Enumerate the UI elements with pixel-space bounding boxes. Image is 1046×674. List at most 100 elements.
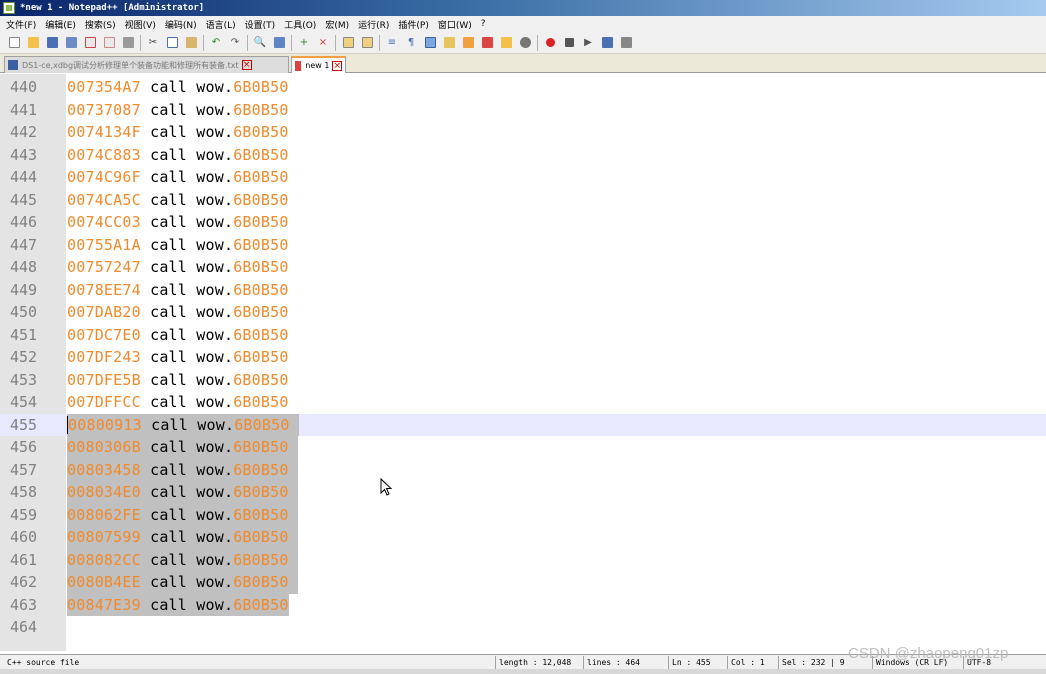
record-macro-icon[interactable]: [542, 35, 558, 51]
redo-icon[interactable]: ↷: [227, 35, 243, 51]
sync-vertical-icon[interactable]: [340, 35, 356, 51]
close-all-icon[interactable]: [101, 35, 117, 51]
editor-line[interactable]: 441 00737087 call wow.6B0B50: [0, 99, 1046, 122]
code-text[interactable]: 00737087 call wow.6B0B50: [67, 99, 289, 122]
editor-line[interactable]: 462 0080B4EE call wow.6B0B50: [0, 571, 1046, 594]
code-text[interactable]: 00807599 call wow.6B0B50: [67, 526, 298, 549]
editor-line[interactable]: 461 008082CC call wow.6B0B50: [0, 548, 1046, 571]
code-text[interactable]: 0074CA5C call wow.6B0B50: [67, 189, 289, 212]
copy-icon[interactable]: [164, 35, 180, 51]
word-wrap-icon[interactable]: ≡: [384, 35, 400, 51]
print-icon[interactable]: [120, 35, 136, 51]
editor-line[interactable]: 455 00800913 call wow.6B0B50: [0, 413, 1046, 436]
zoom-in-icon[interactable]: +: [296, 35, 312, 51]
save-icon[interactable]: [44, 35, 60, 51]
sync-horizontal-icon[interactable]: [359, 35, 375, 51]
code-text[interactable]: 0074C883 call wow.6B0B50: [67, 144, 289, 167]
code-text[interactable]: 0074C96F call wow.6B0B50: [67, 166, 289, 189]
folder-workspace-icon[interactable]: [498, 35, 514, 51]
editor-line[interactable]: 447 00755A1A call wow.6B0B50: [0, 234, 1046, 257]
run-macro-multiple-icon[interactable]: [599, 35, 615, 51]
editor-line[interactable]: 446 0074CC03 call wow.6B0B50: [0, 211, 1046, 234]
code-text[interactable]: 007354A7 call wow.6B0B50: [67, 76, 289, 99]
doc-map-icon[interactable]: [460, 35, 476, 51]
module-token: wow.: [196, 370, 234, 389]
menu-edit[interactable]: 编辑(E): [45, 18, 76, 31]
code-text[interactable]: 0074134F call wow.6B0B50: [67, 121, 289, 144]
module-token: wow.: [196, 595, 234, 614]
code-text[interactable]: 0078EE74 call wow.6B0B50: [67, 279, 289, 302]
editor-line[interactable]: 443 0074C883 call wow.6B0B50: [0, 144, 1046, 167]
code-text[interactable]: 007DAB20 call wow.6B0B50: [67, 301, 289, 324]
menu-view[interactable]: 视图(V): [125, 18, 156, 31]
editor-line[interactable]: 449 0078EE74 call wow.6B0B50: [0, 279, 1046, 302]
menu-help[interactable]: ?: [481, 19, 486, 29]
editor-line[interactable]: 450 007DAB20 call wow.6B0B50: [0, 301, 1046, 324]
code-text[interactable]: 008062FE call wow.6B0B50: [67, 503, 298, 526]
code-text[interactable]: 00847E39 call wow.6B0B50: [67, 593, 289, 616]
editor-line[interactable]: 452 007DF243 call wow.6B0B50: [0, 346, 1046, 369]
code-text[interactable]: 0080B4EE call wow.6B0B50: [67, 571, 298, 594]
editor-line[interactable]: 464: [0, 616, 1046, 639]
editor-line[interactable]: 453 007DFE5B call wow.6B0B50: [0, 369, 1046, 392]
editor-area[interactable]: 440 007354A7 call wow.6B0B50 441 00737087 c…: [0, 74, 1046, 651]
tab-ds1-notes[interactable]: DS1-ce,xdbg调试分析修理单个装备功能和修理所有装备.txt ×: [4, 56, 289, 73]
code-text[interactable]: 007DC7E0 call wow.6B0B50: [67, 324, 289, 347]
zoom-out-icon[interactable]: ×: [315, 35, 331, 51]
menu-language[interactable]: 语言(L): [206, 18, 236, 31]
code-text[interactable]: 00803458 call wow.6B0B50: [67, 458, 298, 481]
menu-macro[interactable]: 宏(M): [325, 18, 349, 31]
editor-line[interactable]: 463 00847E39 call wow.6B0B50: [0, 593, 1046, 616]
menu-search[interactable]: 搜索(S): [85, 18, 116, 31]
tab-new-1[interactable]: new 1 ×: [291, 56, 346, 73]
play-macro-icon[interactable]: ▶: [580, 35, 596, 51]
menu-plugins[interactable]: 插件(P): [398, 18, 428, 31]
editor-line[interactable]: 459 008062FE call wow.6B0B50: [0, 503, 1046, 526]
undo-icon[interactable]: ↶: [208, 35, 224, 51]
code-text[interactable]: 008082CC call wow.6B0B50: [67, 548, 298, 571]
monitoring-icon[interactable]: [517, 35, 533, 51]
editor-line[interactable]: 444 0074C96F call wow.6B0B50: [0, 166, 1046, 189]
editor-line[interactable]: 442 0074134F call wow.6B0B50: [0, 121, 1046, 144]
save-all-icon[interactable]: [63, 35, 79, 51]
menu-window[interactable]: 窗口(W): [438, 18, 472, 31]
editor-line[interactable]: 454 007DFFCC call wow.6B0B50: [0, 391, 1046, 414]
tab-close-icon[interactable]: ×: [332, 60, 342, 71]
menu-run[interactable]: 运行(R): [358, 18, 389, 31]
paste-icon[interactable]: [183, 35, 199, 51]
editor-line[interactable]: 458 008034E0 call wow.6B0B50: [0, 481, 1046, 504]
menu-settings[interactable]: 设置(T): [245, 18, 276, 31]
editor-line[interactable]: 440 007354A7 call wow.6B0B50: [0, 76, 1046, 99]
save-macro-icon[interactable]: [618, 35, 634, 51]
replace-icon[interactable]: [271, 35, 287, 51]
menu-file[interactable]: 文件(F): [6, 18, 36, 31]
editor-line[interactable]: 448 00757247 call wow.6B0B50: [0, 256, 1046, 279]
editor-line[interactable]: 460 00807599 call wow.6B0B50: [0, 526, 1046, 549]
function-list-icon[interactable]: [479, 35, 495, 51]
cut-icon[interactable]: ✂: [145, 35, 161, 51]
open-file-icon[interactable]: [25, 35, 41, 51]
menu-encoding[interactable]: 编码(N): [165, 18, 197, 31]
menu-tools[interactable]: 工具(O): [284, 18, 316, 31]
close-icon[interactable]: [82, 35, 98, 51]
code-text[interactable]: 00755A1A call wow.6B0B50: [67, 234, 289, 257]
code-text[interactable]: 007DF243 call wow.6B0B50: [67, 346, 289, 369]
code-text[interactable]: 007DFE5B call wow.6B0B50: [67, 369, 289, 392]
new-file-icon[interactable]: [6, 35, 22, 51]
code-text[interactable]: 0080306B call wow.6B0B50: [67, 436, 298, 459]
find-icon[interactable]: 🔍: [252, 35, 268, 51]
tab-close-icon[interactable]: ×: [241, 60, 252, 70]
indent-guide-icon[interactable]: [422, 35, 438, 51]
editor-line[interactable]: 457 00803458 call wow.6B0B50: [0, 458, 1046, 481]
code-text[interactable]: 007DFFCC call wow.6B0B50: [67, 391, 289, 414]
code-text[interactable]: 008034E0 call wow.6B0B50: [67, 481, 298, 504]
code-text[interactable]: 00800913 call wow.6B0B50: [67, 413, 299, 436]
stop-macro-icon[interactable]: [561, 35, 577, 51]
editor-line[interactable]: 445 0074CA5C call wow.6B0B50: [0, 189, 1046, 212]
code-text[interactable]: 00757247 call wow.6B0B50: [67, 256, 289, 279]
code-text[interactable]: 0074CC03 call wow.6B0B50: [67, 211, 289, 234]
show-all-chars-icon[interactable]: ¶: [403, 35, 419, 51]
udl-icon[interactable]: [441, 35, 457, 51]
editor-line[interactable]: 456 0080306B call wow.6B0B50: [0, 436, 1046, 459]
editor-line[interactable]: 451 007DC7E0 call wow.6B0B50: [0, 324, 1046, 347]
